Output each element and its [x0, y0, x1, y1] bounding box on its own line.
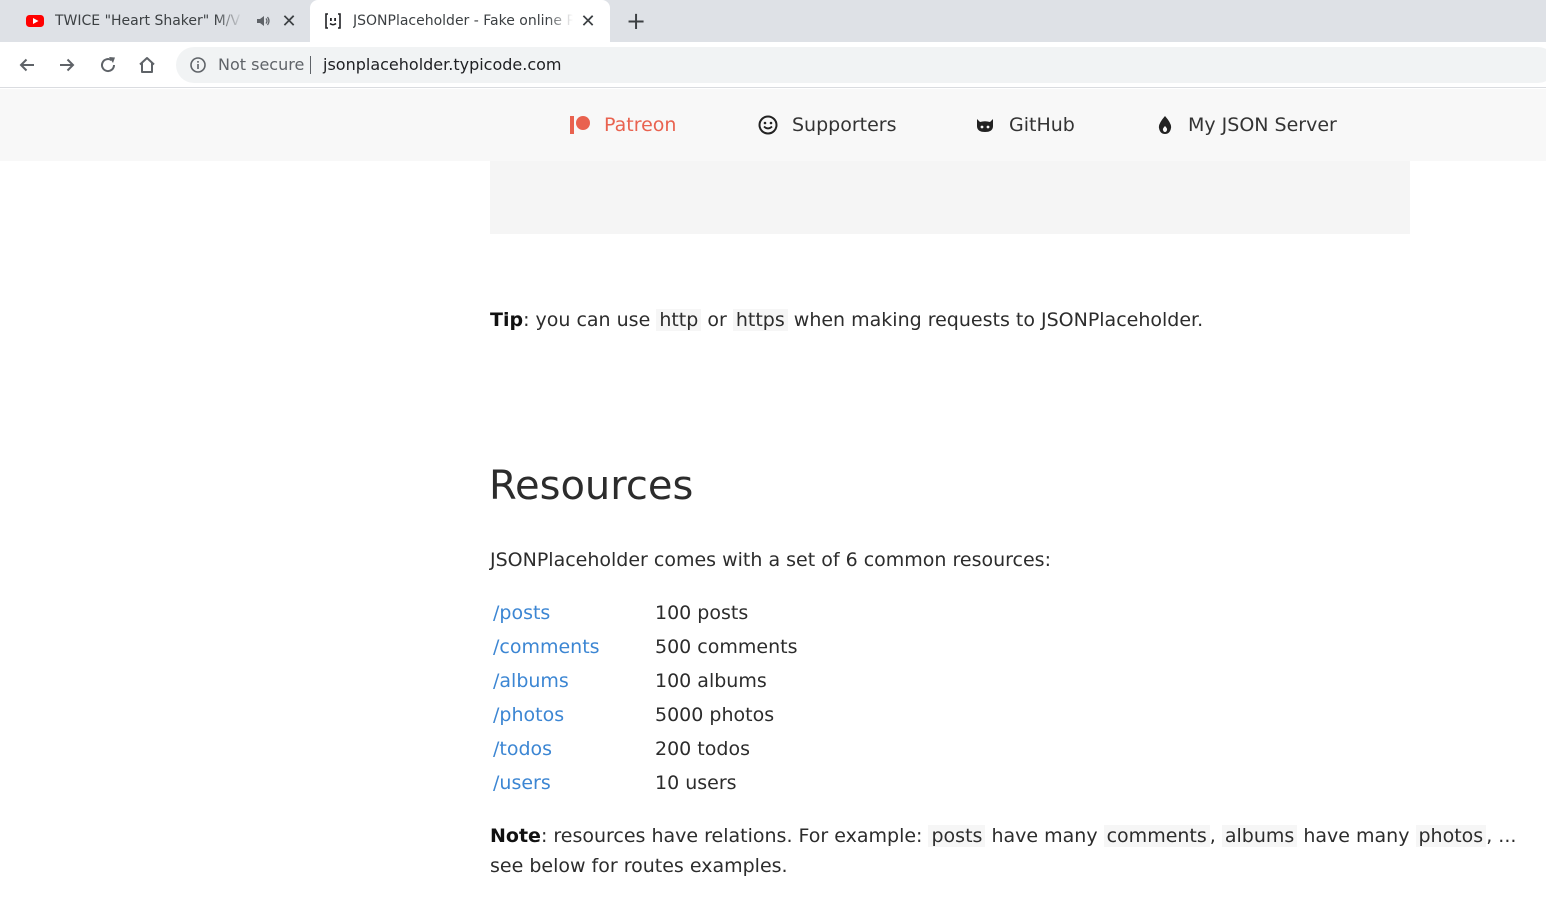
security-label[interactable]: Not secure — [218, 55, 304, 75]
resource-link-photos[interactable]: /photos — [493, 700, 564, 730]
resource-link-posts[interactable]: /posts — [493, 598, 550, 628]
home-icon — [139, 57, 155, 73]
youtube-icon — [26, 15, 44, 27]
nav-my-json-server-link[interactable]: My JSON Server — [1155, 113, 1337, 137]
resources-intro: JSONPlaceholder comes with a set of 6 co… — [490, 549, 1051, 571]
forward-button[interactable] — [55, 53, 79, 77]
nav-label: My JSON Server — [1188, 114, 1337, 136]
note-text: have many — [985, 825, 1104, 847]
resource-row: /photos 5000 photos — [490, 698, 1090, 732]
tip-label: Tip — [490, 309, 524, 331]
resource-row: /users 10 users — [490, 766, 1090, 800]
back-arrow-icon — [19, 58, 34, 72]
resources-heading: Resources — [489, 463, 694, 509]
smile-icon — [758, 115, 778, 135]
address-bar[interactable]: Not secure jsonplaceholder.typicode.com — [176, 47, 1546, 83]
resource-link-comments[interactable]: /comments — [493, 632, 600, 662]
nav-supporters-link[interactable]: Supporters — [757, 113, 897, 137]
tip-text: when making requests to JSONPlaceholder. — [787, 309, 1204, 331]
code-photos: photos — [1415, 825, 1487, 847]
info-icon[interactable] — [189, 56, 207, 74]
note-text: , ... — [1486, 825, 1517, 847]
nav-github-link[interactable]: GitHub — [974, 113, 1075, 137]
home-button[interactable] — [135, 53, 159, 77]
audio-playing-icon[interactable] — [255, 13, 271, 29]
browser-toolbar: Not secure jsonplaceholder.typicode.com — [0, 42, 1546, 88]
code-http: http — [656, 309, 702, 331]
tab-title: JSONPlaceholder - Fake online REST API — [353, 13, 573, 29]
reload-icon — [101, 57, 116, 73]
nav-label: Patreon — [604, 114, 677, 136]
forward-arrow-icon — [60, 58, 75, 72]
note-paragraph: Note: resources have relations. For exam… — [490, 821, 1516, 851]
tab-strip: TWICE "Heart Shaker" M/V - TWICE ✕ JSONP… — [0, 0, 1546, 42]
resource-row: /todos 200 todos — [490, 732, 1090, 766]
tip-text: : you can use — [523, 309, 657, 331]
reload-button[interactable] — [96, 53, 120, 77]
tab-jsonplaceholder[interactable]: JSONPlaceholder - Fake online REST API ✕ — [310, 0, 610, 42]
nav-patreon-link[interactable]: Patreon — [569, 113, 676, 137]
note-continuation: see below for routes examples. — [490, 855, 788, 877]
nav-label: GitHub — [1009, 114, 1075, 136]
resource-link-todos[interactable]: /todos — [493, 734, 552, 764]
jsonplaceholder-favicon-icon — [325, 13, 341, 29]
code-example-block — [490, 161, 1410, 234]
close-tab-icon[interactable]: ✕ — [578, 11, 598, 32]
github-icon — [977, 119, 993, 132]
code-posts: posts — [928, 825, 986, 847]
resource-count: 100 posts — [655, 602, 749, 624]
tip-paragraph: Tip: you can use http or https when maki… — [490, 305, 1203, 335]
resource-count: 10 users — [655, 772, 737, 794]
resource-row: /albums 100 albums — [490, 664, 1090, 698]
code-https: https — [732, 309, 788, 331]
site-navbar: Patreon Supporters GitHub My JSON Server — [0, 89, 1546, 161]
url-text[interactable]: jsonplaceholder.typicode.com — [323, 55, 562, 75]
flame-icon — [1158, 116, 1172, 134]
resource-count: 200 todos — [655, 738, 750, 760]
note-text: have many — [1297, 825, 1416, 847]
note-text: : resources have relations. For example: — [540, 825, 929, 847]
resource-count: 500 comments — [655, 636, 798, 658]
note-text: , — [1209, 825, 1222, 847]
new-tab-button[interactable]: + — [624, 9, 648, 33]
resource-row: /posts 100 posts — [490, 596, 1090, 630]
note-label: Note — [490, 825, 541, 847]
resource-count: 5000 photos — [655, 704, 775, 726]
tip-text: or — [701, 309, 733, 331]
code-comments: comments — [1103, 825, 1210, 847]
back-button[interactable] — [15, 53, 39, 77]
omnibox-separator — [310, 56, 311, 74]
tab-title: TWICE "Heart Shaker" M/V - TWICE — [55, 13, 243, 29]
resource-row: /comments 500 comments — [490, 630, 1090, 664]
patreon-icon — [570, 116, 590, 134]
resource-count: 100 albums — [655, 670, 767, 692]
resources-table: /posts 100 posts /comments 500 comments … — [490, 596, 1090, 800]
code-albums: albums — [1221, 825, 1298, 847]
resource-link-users[interactable]: /users — [493, 768, 551, 798]
close-tab-icon[interactable]: ✕ — [279, 11, 299, 32]
resource-link-albums[interactable]: /albums — [493, 666, 569, 696]
nav-label: Supporters — [792, 114, 897, 136]
tab-youtube[interactable]: TWICE "Heart Shaker" M/V - TWICE ✕ — [0, 0, 310, 42]
